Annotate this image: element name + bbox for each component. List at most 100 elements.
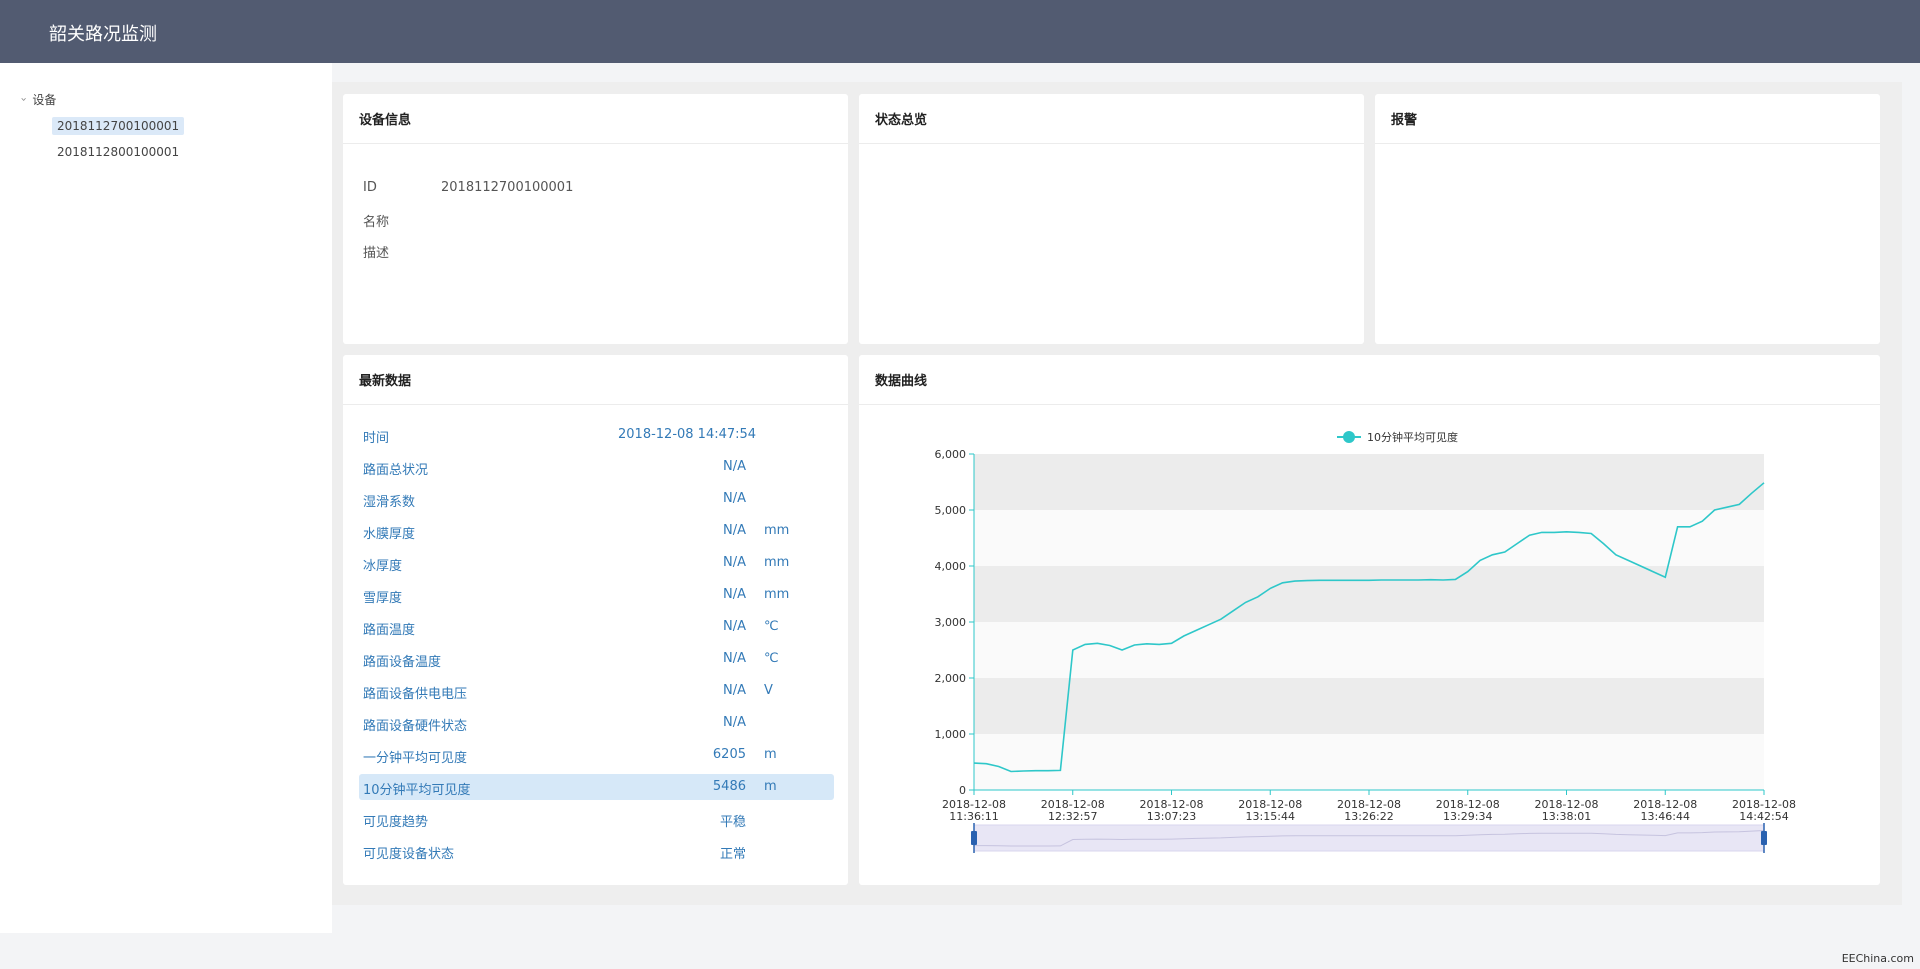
status-overview-card: 状态总览 — [859, 94, 1364, 344]
x-tick-label-time: 13:15:44 — [1246, 810, 1295, 823]
x-tick-label-time: 14:42:54 — [1739, 810, 1788, 823]
latest-data-row: 路面设备温度 N/A ℃ — [359, 646, 834, 672]
tree-root-devices[interactable]: › 设备 — [18, 91, 57, 108]
latest-data-value: N/A — [723, 523, 746, 538]
x-tick-label-time: 11:36:11 — [949, 810, 998, 823]
legend-dot-marker[interactable] — [1343, 431, 1355, 443]
y-tick-label: 1,000 — [935, 728, 967, 741]
latest-data-row: 路面设备硬件状态 N/A — [359, 710, 834, 736]
latest-data-row: 路面温度 N/A ℃ — [359, 614, 834, 640]
latest-data-value: 正常 — [719, 847, 746, 862]
latest-data-value: N/A — [723, 683, 746, 698]
latest-data-unit: m — [764, 779, 777, 794]
latest-data-row: 路面设备供电电压 N/A V — [359, 678, 834, 704]
latest-data-row: 路面总状况 N/A — [359, 454, 834, 480]
y-tick-label: 4,000 — [935, 560, 967, 573]
latest-data-label: 路面设备硬件状态 — [363, 719, 468, 734]
latest-data-value: N/A — [723, 459, 746, 474]
latest-data-value: N/A — [723, 491, 746, 506]
latest-data-label: 一分钟平均可见度 — [363, 751, 468, 766]
latest-time-label: 时间 — [363, 431, 390, 446]
latest-data-unit: mm — [764, 523, 790, 538]
grid-band — [974, 622, 1764, 678]
latest-data-value: 6205 — [712, 747, 746, 762]
data-curve-card: 数据曲线 0 1,000 2,000 3,000 4,000 5,000 6,000 2018… — [859, 355, 1880, 885]
alarm-card: 报警 — [1375, 94, 1880, 344]
grid-band — [974, 510, 1764, 566]
footer-watermark: EEChina.com — [1841, 952, 1914, 965]
grid-band — [974, 734, 1764, 790]
tree-item-device[interactable]: 2018112700100001 — [52, 117, 185, 135]
tree-item-device[interactable]: 2018112800100001 — [52, 143, 184, 161]
latest-data-value: N/A — [723, 555, 746, 570]
grid-band — [974, 454, 1764, 510]
latest-data-row: 一分钟平均可见度 6205 m — [359, 742, 834, 768]
latest-data-row: 湿滑系数 N/A — [359, 486, 834, 512]
app-header: 韶关路况监测 — [0, 0, 1920, 63]
latest-data-unit: V — [764, 683, 773, 698]
latest-data-unit: m — [764, 747, 777, 762]
y-tick-label: 0 — [959, 784, 966, 797]
y-tick-label: 5,000 — [935, 504, 967, 517]
visibility-line-chart[interactable]: 01,0002,0003,0004,0005,0006,0002018-12-0… — [859, 407, 1880, 885]
card-title: 状态总览 — [859, 94, 1364, 144]
latest-time-row: 时间 2018-12-08 14:47:54 — [359, 422, 834, 448]
latest-data-unit: mm — [764, 587, 790, 602]
x-tick-label-time: 13:38:01 — [1542, 810, 1591, 823]
app-title: 韶关路况监测 — [49, 24, 157, 45]
y-tick-label: 2,000 — [935, 672, 967, 685]
latest-data-card: 最新数据 时间 2018-12-08 14:47:54 路面总状况 N/A 湿滑系数… — [343, 355, 848, 885]
latest-data-value: 平稳 — [719, 815, 746, 830]
latest-data-row: 雪厚度 N/A mm — [359, 582, 834, 608]
latest-data-label: 10分钟平均可见度 — [363, 783, 471, 798]
latest-data-value: N/A — [723, 715, 746, 730]
latest-data-value: N/A — [723, 651, 746, 666]
y-tick-label: 3,000 — [935, 616, 967, 629]
latest-data-label: 路面设备供电电压 — [363, 687, 468, 702]
info-label-name: 名称 — [363, 215, 390, 230]
grid-band — [974, 678, 1764, 734]
card-title: 报警 — [1375, 94, 1880, 144]
latest-data-row: 冰厚度 N/A mm — [359, 550, 834, 576]
latest-data-label: 可见度趋势 — [363, 815, 429, 830]
x-tick-label-time: 13:46:44 — [1641, 810, 1690, 823]
latest-data-label: 路面总状况 — [363, 463, 429, 478]
latest-data-row: 水膜厚度 N/A mm — [359, 518, 834, 544]
latest-data-label: 路面设备温度 — [363, 655, 442, 670]
latest-data-label: 路面温度 — [363, 623, 416, 638]
info-label-id: ID — [363, 180, 377, 195]
latest-data-unit: mm — [764, 555, 790, 570]
latest-data-label: 冰厚度 — [363, 559, 403, 574]
chevron-down-icon[interactable]: › — [18, 97, 31, 101]
latest-data-value: 5486 — [712, 779, 746, 794]
latest-data-unit: ℃ — [764, 619, 779, 634]
latest-data-label: 雪厚度 — [363, 591, 403, 606]
x-tick-label-time: 13:29:34 — [1443, 810, 1492, 823]
latest-data-row: 可见度设备状态 正常 — [359, 838, 834, 864]
latest-data-value: N/A — [723, 619, 746, 634]
datazoom-start-handle[interactable] — [971, 831, 977, 845]
latest-time-value: 2018-12-08 14:47:54 — [618, 427, 757, 442]
card-title: 数据曲线 — [859, 355, 1880, 405]
info-label-description: 描述 — [363, 246, 390, 261]
main-content: 设备信息 ID 2018112700100001 名称 描述 状态总览 报警 最… — [332, 82, 1902, 905]
device-info-card: 设备信息 ID 2018112700100001 名称 描述 — [343, 94, 848, 344]
datazoom-track[interactable] — [973, 824, 1765, 852]
device-tree-sidebar: › 设备 2018112700100001 2018112800100001 — [0, 63, 332, 933]
latest-data-value: N/A — [723, 587, 746, 602]
info-value-id: 2018112700100001 — [441, 180, 574, 195]
x-tick-label-time: 12:32:57 — [1048, 810, 1097, 823]
y-tick-label: 6,000 — [935, 448, 967, 461]
x-tick-label-time: 13:26:22 — [1344, 810, 1393, 823]
x-tick-label-time: 13:07:23 — [1147, 810, 1196, 823]
latest-data-label: 水膜厚度 — [363, 527, 416, 542]
latest-data-row: 可见度趋势 平稳 — [359, 806, 834, 832]
card-title: 最新数据 — [343, 355, 848, 405]
latest-data-label: 湿滑系数 — [363, 495, 416, 510]
datazoom-end-handle[interactable] — [1761, 831, 1767, 845]
latest-data-unit: ℃ — [764, 651, 779, 666]
tree-root-label: 设备 — [32, 93, 57, 107]
legend-label[interactable]: 10分钟平均可见度 — [1367, 430, 1458, 444]
card-title: 设备信息 — [343, 94, 848, 144]
latest-data-row: 10分钟平均可见度 5486 m — [359, 774, 834, 800]
